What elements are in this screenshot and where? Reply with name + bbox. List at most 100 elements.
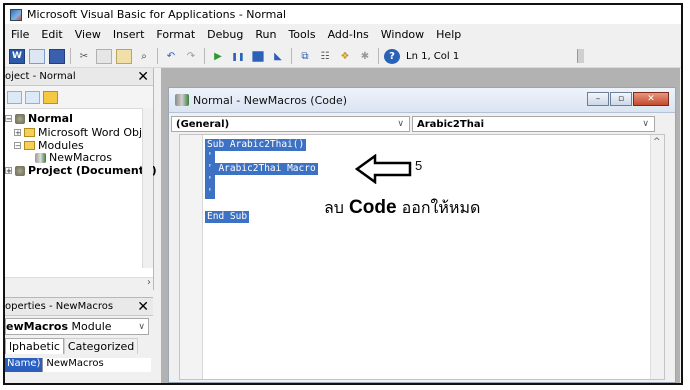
project-explorer-toolbar (5, 86, 153, 109)
menu-edit[interactable]: Edit (35, 28, 68, 41)
project-explorer-titlebar: oject - Normal ✕ (5, 68, 153, 86)
code-window-titlebar: Normal - NewMacros (Code) – ▫ ✕ (169, 88, 675, 113)
close-icon[interactable]: ✕ (137, 70, 149, 84)
design-mode-icon[interactable]: ◣ (270, 49, 286, 64)
toolbar-separator (204, 48, 205, 64)
properties-titlebar: operties - NewMacros ✕ (5, 298, 153, 316)
reset-icon[interactable] (252, 50, 264, 62)
code-line[interactable]: ' (205, 187, 215, 199)
cut-icon[interactable]: ✂ (76, 49, 92, 64)
tree-item-newmacros[interactable]: NewMacros (35, 151, 112, 164)
collapse-icon[interactable]: − (14, 142, 21, 150)
property-label: Name) (5, 358, 44, 372)
toolbar-separator (378, 48, 379, 64)
scroll-right-icon[interactable]: › (147, 277, 151, 288)
code-window-title: Normal - NewMacros (Code) (193, 93, 348, 107)
window-title: Microsoft Visual Basic for Applications … (27, 8, 287, 21)
menu-file[interactable]: File (5, 28, 35, 41)
tab-categorized[interactable]: Categorized (63, 338, 139, 354)
properties-pane: operties - NewMacros ✕ ewMacros Module ∨… (5, 297, 153, 383)
vertical-scrollbar[interactable]: ^ (650, 135, 664, 379)
module-icon (35, 152, 46, 163)
instruction-text: ลบ Code ออกให้หมด (324, 197, 481, 218)
project-explorer-title: oject - Normal (5, 71, 76, 82)
paste-icon[interactable] (116, 48, 132, 64)
tree-item-project-document1[interactable]: + Project (Document1) (5, 164, 157, 177)
object-name: ewMacros (6, 320, 69, 333)
redo-icon[interactable]: ↷ (183, 49, 199, 64)
standard-toolbar: W ✂ ⌕ ↶ ↷ ▶ ❚❚ ◣ ⧉ ☷ ❖ ✱ ? Ln 1, Col 1 (5, 45, 681, 68)
menu-window[interactable]: Window (375, 28, 430, 41)
menu-format[interactable]: Format (150, 28, 201, 41)
tree-item-normal[interactable]: − Normal (5, 112, 73, 125)
horizontal-scrollbar[interactable]: › (5, 277, 153, 290)
title-bar: Microsoft Visual Basic for Applications … (5, 5, 681, 24)
undo-icon[interactable]: ↶ (163, 49, 179, 64)
menu-debug[interactable]: Debug (201, 28, 249, 41)
view-word-icon[interactable]: W (9, 48, 25, 64)
property-value[interactable]: NewMacros (43, 358, 106, 372)
menu-view[interactable]: View (69, 28, 107, 41)
code-line[interactable]: ' (205, 175, 215, 187)
object-type: Module (71, 320, 112, 333)
code-window: Normal - NewMacros (Code) – ▫ ✕ (General… (168, 87, 676, 383)
save-icon[interactable] (49, 48, 65, 64)
view-object-icon[interactable] (25, 90, 40, 104)
chevron-down-icon: ∨ (642, 119, 649, 129)
maximize-icon[interactable]: ▫ (610, 92, 632, 106)
menu-insert[interactable]: Insert (107, 28, 151, 41)
toolbox-icon[interactable]: ✱ (357, 49, 373, 64)
toolbar-separator (70, 48, 71, 64)
object-browser-icon[interactable]: ❖ (337, 49, 353, 64)
module-icon (175, 94, 189, 106)
menu-addins[interactable]: Add-Ins (322, 28, 375, 41)
toolbar-separator (157, 48, 158, 64)
code-dropdown-bar: (General) ∨ Arabic2Thai ∨ (169, 113, 675, 135)
project-explorer-icon[interactable]: ⧉ (297, 49, 313, 64)
insert-userform-icon[interactable] (29, 48, 45, 64)
expand-icon[interactable]: + (5, 167, 12, 175)
vba-app-icon (10, 8, 22, 21)
break-icon[interactable]: ❚❚ (230, 49, 246, 64)
properties-title: operties - NewMacros (5, 301, 114, 312)
close-icon[interactable]: ✕ (633, 92, 669, 106)
menu-bar: File Edit View Insert Format Debug Run T… (5, 25, 681, 44)
expand-icon[interactable]: + (14, 129, 21, 137)
help-icon[interactable]: ? (384, 48, 400, 64)
code-margin[interactable] (180, 135, 203, 379)
minimize-icon[interactable]: – (587, 92, 609, 106)
toolbar-overflow-handle[interactable] (577, 49, 585, 63)
tree-item-word-objects[interactable]: + Microsoft Word Obje (14, 126, 149, 139)
folder-open-icon (24, 141, 35, 150)
left-arrow-annotation-icon (355, 154, 412, 184)
collapse-icon[interactable]: − (5, 115, 12, 123)
run-icon[interactable]: ▶ (210, 49, 226, 64)
object-select[interactable]: ewMacros Module ∨ (5, 318, 149, 335)
object-dropdown[interactable]: (General) ∨ (171, 116, 410, 132)
toggle-folders-icon[interactable] (43, 90, 58, 104)
menu-tools[interactable]: Tools (282, 28, 321, 41)
find-icon[interactable]: ⌕ (136, 49, 152, 64)
chevron-down-icon: ∨ (397, 119, 404, 129)
menu-run[interactable]: Run (249, 28, 282, 41)
code-line[interactable]: Sub Arabic2Thai() (205, 139, 307, 151)
properties-window-icon[interactable]: ☷ (317, 49, 333, 64)
vertical-scrollbar[interactable] (142, 108, 153, 268)
close-icon[interactable]: ✕ (137, 300, 149, 314)
vba-project-icon (15, 165, 25, 176)
menu-help[interactable]: Help (430, 28, 467, 41)
project-explorer-pane: oject - Normal ✕ − Normal + Microsoft Wo… (5, 68, 157, 290)
code-line[interactable]: ' (205, 151, 215, 163)
code-line[interactable]: End Sub (205, 211, 250, 223)
step-number: 5 (415, 158, 423, 173)
procedure-dropdown[interactable]: Arabic2Thai ∨ (412, 116, 655, 132)
code-line[interactable]: ' Arabic2Thai Macro (205, 163, 318, 175)
scroll-up-icon[interactable]: ^ (653, 137, 661, 147)
view-code-icon[interactable] (7, 90, 22, 104)
window-controls: – ▫ ✕ (587, 92, 669, 106)
toolbar-separator (291, 48, 292, 64)
property-row-name[interactable]: Name) NewMacros (5, 358, 151, 372)
folder-icon (24, 128, 35, 137)
copy-icon[interactable] (96, 48, 112, 64)
tab-alphabetic[interactable]: lphabetic (5, 338, 64, 354)
